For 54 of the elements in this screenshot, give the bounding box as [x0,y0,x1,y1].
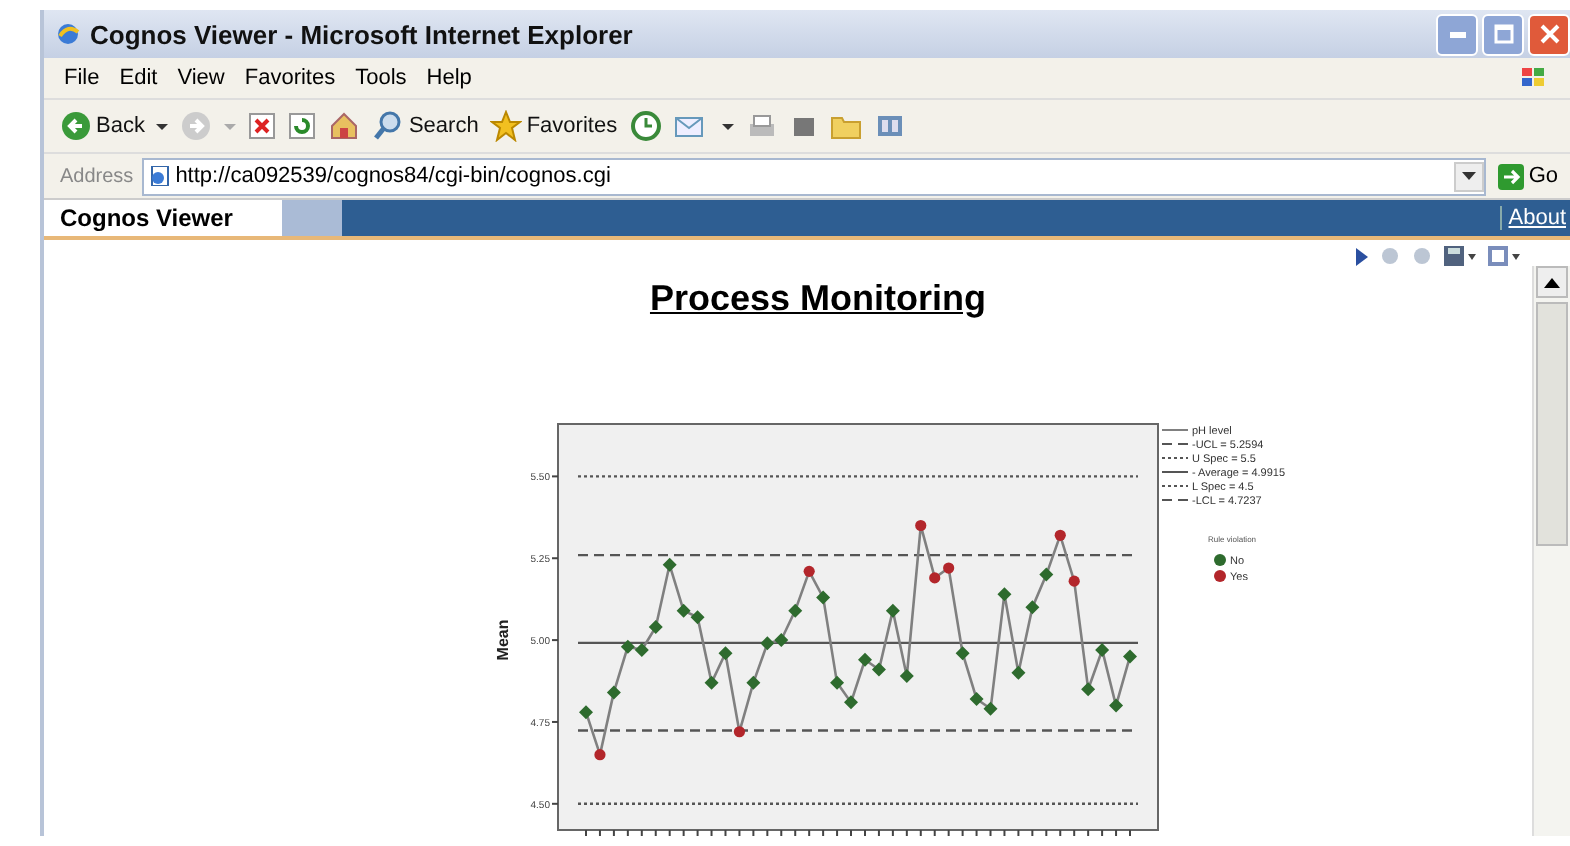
minimize-button[interactable] [1436,13,1478,55]
y-tick [551,639,559,642]
about-link[interactable]: About [1500,206,1566,230]
search-icon [372,110,405,142]
legend-line [1161,499,1189,501]
scrollbar[interactable] [1532,266,1570,836]
address-field[interactable]: http://ca092539/cognos84/cgi-bin/cognos.cgi [141,157,1487,195]
dropdown-arrow-icon [1462,172,1477,180]
up-arrow-icon [1544,277,1560,287]
stop-icon[interactable] [248,112,277,140]
back-button[interactable]: Back [60,110,145,142]
legend-line [1161,443,1189,445]
favorites-button[interactable]: Favorites [490,110,618,142]
maximize-button[interactable] [1482,13,1524,55]
close-button[interactable] [1528,13,1570,55]
menu-item[interactable]: View [177,66,225,90]
menu-item[interactable]: Edit [119,66,158,90]
printer-icon[interactable] [745,112,778,140]
go-arrow-icon [1498,163,1525,189]
minimize-icon [1449,31,1465,37]
save-icon[interactable] [1444,246,1476,266]
window-title: Cognos Viewer - Microsoft Internet Explorer [90,19,633,49]
y-tick [551,802,559,805]
menu-item[interactable]: Favorites [244,66,336,90]
play-icon[interactable] [1356,247,1368,265]
y-axis-label: Mean [494,619,512,661]
menu-item[interactable]: Help [426,66,472,90]
folder-icon[interactable] [829,112,862,140]
tab-stub [282,200,343,236]
go-button[interactable]: Go [1494,163,1562,189]
report-title: Process Monitoring [647,278,987,320]
legend-line [1161,457,1189,459]
address-label: Address [60,165,134,187]
legend-line [1161,429,1189,431]
home-icon[interactable] [328,112,361,140]
refresh-icon[interactable] [288,112,317,140]
maximize-icon [1493,24,1513,44]
page-icon [149,166,170,186]
search-button[interactable]: Search [372,110,479,142]
legend-line [1161,485,1189,487]
legend-line [1161,471,1189,473]
y-tick [551,720,559,723]
y-tick [551,475,559,478]
close-icon [1539,24,1559,44]
windows-flag-icon [1518,64,1550,92]
star-icon [490,110,523,142]
dropdown-button[interactable] [1454,161,1485,191]
scroll-thumb[interactable] [1536,302,1568,546]
menu-item[interactable]: Tools [355,66,407,90]
history-icon[interactable] [629,110,662,142]
menu-item[interactable]: File [64,66,100,90]
scroll-up-button[interactable] [1536,266,1568,298]
y-tick [551,557,559,560]
browser-icon [56,22,80,46]
